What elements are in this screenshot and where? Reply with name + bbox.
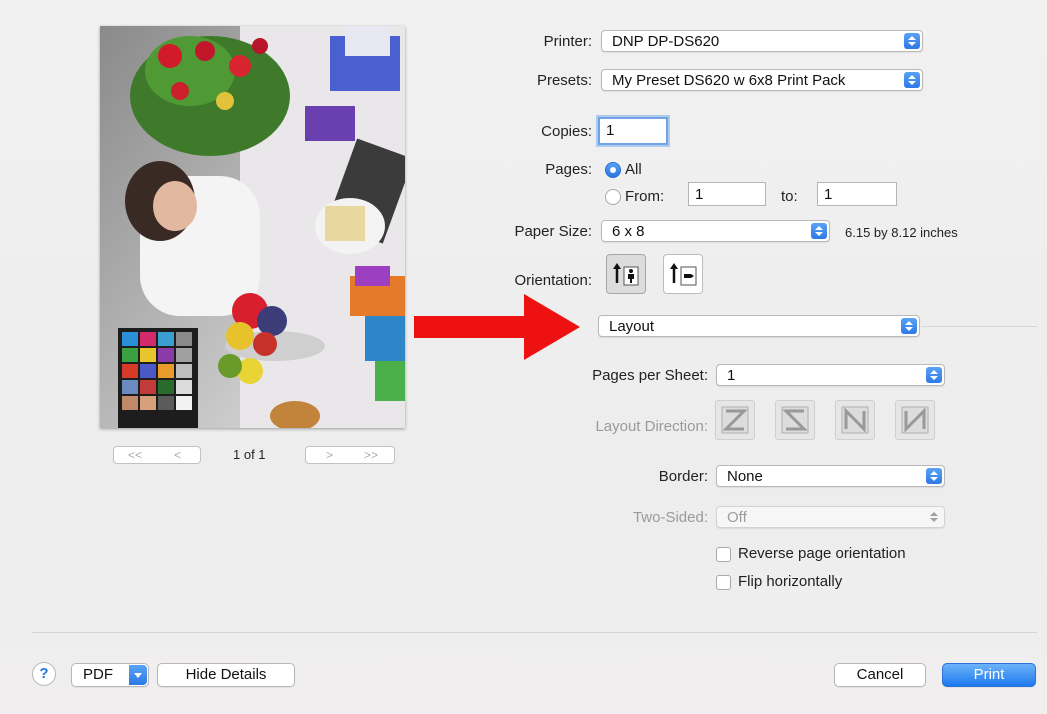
pages-from-input[interactable]: 1 <box>688 182 766 206</box>
popup-arrows-icon <box>926 367 942 383</box>
border-popup[interactable]: None <box>716 465 945 487</box>
red-arrow <box>414 294 580 360</box>
paper-size-value: 6 x 8 <box>612 223 645 240</box>
pdf-button[interactable]: PDF <box>71 663 149 687</box>
n-layout-icon <box>901 406 929 434</box>
pages-from-radio[interactable] <box>605 189 621 205</box>
flip-horizontally-label: Flip horizontally <box>738 573 843 590</box>
popup-arrows-icon <box>926 509 942 525</box>
print-preview <box>100 26 405 428</box>
two-sided-popup[interactable]: Off <box>716 506 945 528</box>
two-sided-value: Off <box>727 509 747 526</box>
pages-from-label: From: <box>625 188 665 205</box>
paper-dimensions: 6.15 by 8.12 inches <box>845 225 958 240</box>
hide-details-button[interactable]: Hide Details <box>157 663 295 687</box>
copies-label: Copies: <box>541 123 592 140</box>
printer-label: Printer: <box>543 33 592 50</box>
paper-size-label: Paper Size: <box>514 223 592 240</box>
pages-to-label: to: <box>781 188 798 205</box>
border-value: None <box>727 468 763 485</box>
pdf-menu-arrow-icon <box>129 665 147 685</box>
section-value: Layout <box>609 318 655 335</box>
n-reverse-layout-button[interactable] <box>835 400 875 440</box>
n-layout-button[interactable] <box>895 400 935 440</box>
paper-size-popup[interactable]: 6 x 8 <box>601 220 830 242</box>
copies-input[interactable]: 1 <box>598 117 668 145</box>
popup-arrows-icon <box>811 223 827 239</box>
pages-to-input[interactable]: 1 <box>817 182 897 206</box>
help-button[interactable]: ? <box>32 662 56 686</box>
reverse-orientation-label: Reverse page orientation <box>738 545 906 562</box>
last-page-button[interactable]: > >> <box>305 446 395 464</box>
next-page-label: > <box>326 448 334 462</box>
portrait-orientation-button[interactable] <box>606 254 646 294</box>
reverse-orientation-checkbox[interactable] <box>716 547 731 562</box>
z-layout-button[interactable] <box>715 400 755 440</box>
pages-all-label: All <box>625 161 642 178</box>
pages-all-radio[interactable] <box>605 162 621 178</box>
printer-popup[interactable]: DNP DP-DS620 <box>601 30 923 52</box>
border-label: Border: <box>658 468 708 485</box>
section-separator <box>922 326 1037 327</box>
popup-arrows-icon <box>901 318 917 334</box>
first-page-label: << <box>128 448 143 462</box>
s-layout-button[interactable] <box>775 400 815 440</box>
portrait-orientation-icon <box>613 263 639 286</box>
layout-direction-label: Layout Direction: <box>595 418 708 435</box>
two-sided-label: Two-Sided: <box>632 509 708 526</box>
pdf-label: PDF <box>83 666 113 683</box>
flip-horizontally-checkbox[interactable] <box>716 575 731 590</box>
print-button[interactable]: Print <box>942 663 1036 687</box>
popup-arrows-icon <box>926 468 942 484</box>
pages-per-sheet-label: Pages per Sheet: <box>592 367 708 384</box>
last-page-label: >> <box>364 448 379 462</box>
prev-page-label: < <box>174 448 182 462</box>
landscape-orientation-icon <box>670 263 697 286</box>
presets-label: Presets: <box>536 72 592 89</box>
orientation-label: Orientation: <box>514 272 592 289</box>
preview-photo <box>100 26 405 428</box>
landscape-orientation-button[interactable] <box>663 254 703 294</box>
presets-popup[interactable]: My Preset DS620 w 6x8 Print Pack <box>601 69 923 91</box>
s-layout-icon <box>781 406 809 434</box>
first-page-button[interactable]: << < <box>113 446 201 464</box>
print-dialog: << < 1 of 1 > >> Printer: DNP DP-DS620 P… <box>0 0 1047 714</box>
pages-per-sheet-popup[interactable]: 1 <box>716 364 945 386</box>
footer-separator <box>32 632 1037 633</box>
section-popup[interactable]: Layout <box>598 315 920 337</box>
popup-arrows-icon <box>904 33 920 49</box>
cancel-button[interactable]: Cancel <box>834 663 926 687</box>
page-indicator: 1 of 1 <box>233 447 266 462</box>
pages-label: Pages: <box>545 161 592 178</box>
pages-per-sheet-value: 1 <box>727 367 736 384</box>
n-reverse-layout-icon <box>841 406 869 434</box>
popup-arrows-icon <box>904 72 920 88</box>
printer-value: DNP DP-DS620 <box>612 33 720 50</box>
z-layout-icon <box>721 406 749 434</box>
presets-value: My Preset DS620 w 6x8 Print Pack <box>612 72 846 89</box>
